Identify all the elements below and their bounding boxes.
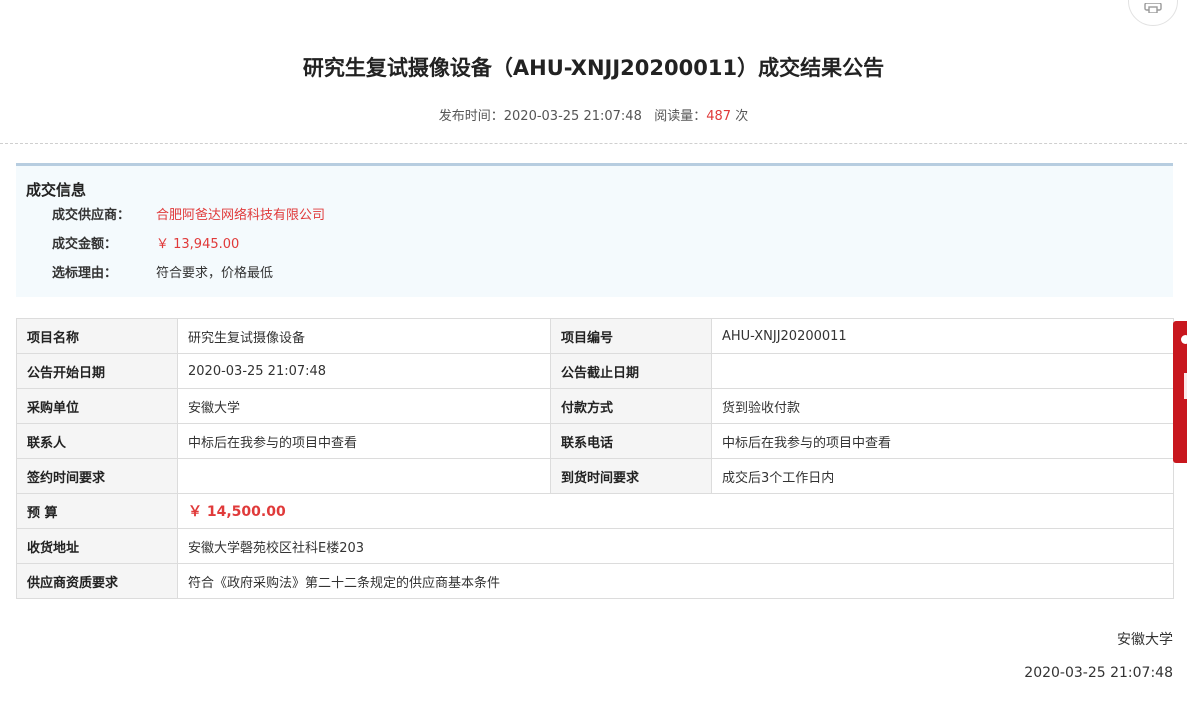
table-row: 采购单位 安徽大学 付款方式 货到验收付款 bbox=[16, 388, 1174, 424]
deal-supplier-value: 合肥阿爸达网络科技有限公司 bbox=[156, 208, 326, 223]
footer-date: 2020-03-25 21:07:48 bbox=[1024, 665, 1173, 681]
budget-label: 预 算 bbox=[16, 493, 178, 529]
deal-supplier-label: 成交供应商： bbox=[52, 208, 131, 223]
page-title: 研究生复试摄像设备（AHU-XNJJ20200011）成交结果公告 bbox=[302, 56, 885, 80]
table-row: 公告开始日期 2020-03-25 21:07:48 公告截止日期 bbox=[16, 353, 1174, 389]
header-divider bbox=[0, 143, 1187, 144]
table-row: 联系人 中标后在我参与的项目中查看 联系电话 中标后在我参与的项目中查看 bbox=[16, 423, 1174, 459]
project-info-table: 项目名称 研究生复试摄像设备 项目编号 AHU-XNJJ20200011 公告开… bbox=[16, 318, 1174, 599]
views-unit: 次 bbox=[735, 109, 749, 124]
deal-reason-value: 符合要求，价格最低 bbox=[156, 266, 274, 281]
address-label: 收货地址 bbox=[16, 528, 178, 564]
printer-icon bbox=[1144, 3, 1162, 13]
qualification-value: 符合《政府采购法》第二十二条规定的供应商基本条件 bbox=[177, 563, 1174, 599]
deal-amount-row: 成交金额： ￥ 13,945.00 bbox=[52, 236, 239, 254]
end-date-label: 公告截止日期 bbox=[550, 353, 712, 389]
sign-time-value bbox=[177, 458, 551, 494]
delivery-time-label: 到货时间要求 bbox=[550, 458, 712, 494]
publish-meta: 发布时间：2020-03-25 21:07:48 阅读量：487 次 bbox=[0, 107, 1187, 127]
deal-section-title: 成交信息 bbox=[26, 181, 87, 199]
deal-amount-value: ￥ 13,945.00 bbox=[156, 237, 240, 252]
table-row: 预 算 ￥ 14,500.00 bbox=[16, 493, 1174, 529]
budget-value: ￥ 14,500.00 bbox=[177, 493, 1174, 529]
table-row: 签约时间要求 到货时间要求 成交后3个工作日内 bbox=[16, 458, 1174, 494]
project-no-value: AHU-XNJJ20200011 bbox=[711, 318, 1174, 354]
table-row: 项目名称 研究生复试摄像设备 项目编号 AHU-XNJJ20200011 bbox=[16, 318, 1174, 354]
table-row: 收货地址 安徽大学磬苑校区社科E楼203 bbox=[16, 528, 1174, 564]
project-name-value: 研究生复试摄像设备 bbox=[177, 318, 551, 354]
deal-reason-label: 选标理由： bbox=[52, 266, 118, 281]
publish-label: 发布时间： bbox=[438, 109, 504, 124]
buyer-label: 采购单位 bbox=[16, 388, 178, 424]
print-button[interactable] bbox=[1128, 0, 1178, 26]
sign-time-label: 签约时间要求 bbox=[16, 458, 178, 494]
phone-label: 联系电话 bbox=[550, 423, 712, 459]
footer-organization: 安徽大学 bbox=[1117, 632, 1173, 648]
delivery-time-value: 成交后3个工作日内 bbox=[711, 458, 1174, 494]
qualification-label: 供应商资质要求 bbox=[16, 563, 178, 599]
phone-value: 中标后在我参与的项目中查看 bbox=[711, 423, 1174, 459]
publish-time: 2020-03-25 21:07:48 bbox=[503, 109, 642, 124]
project-no-label: 项目编号 bbox=[550, 318, 712, 354]
payment-value: 货到验收付款 bbox=[711, 388, 1174, 424]
project-name-label: 项目名称 bbox=[16, 318, 178, 354]
table-row: 供应商资质要求 符合《政府采购法》第二十二条规定的供应商基本条件 bbox=[16, 563, 1174, 599]
views-count: 487 bbox=[706, 109, 732, 124]
buyer-value: 安徽大学 bbox=[177, 388, 551, 424]
deal-reason-row: 选标理由： 符合要求，价格最低 bbox=[52, 265, 273, 283]
contact-label: 联系人 bbox=[16, 423, 178, 459]
side-tab-dot-icon bbox=[1181, 335, 1187, 344]
end-date-value bbox=[711, 353, 1174, 389]
address-value: 安徽大学磬苑校区社科E楼203 bbox=[177, 528, 1174, 564]
deal-supplier-row: 成交供应商： 合肥阿爸达网络科技有限公司 bbox=[52, 207, 325, 225]
views-label: 阅读量： bbox=[654, 109, 707, 124]
side-float-tab[interactable] bbox=[1173, 321, 1187, 463]
start-date-value: 2020-03-25 21:07:48 bbox=[177, 353, 551, 389]
payment-label: 付款方式 bbox=[550, 388, 712, 424]
deal-amount-label: 成交金额： bbox=[52, 237, 118, 252]
contact-value: 中标后在我参与的项目中查看 bbox=[177, 423, 551, 459]
deal-info-panel: 成交信息 成交供应商： 合肥阿爸达网络科技有限公司 成交金额： ￥ 13,945.0… bbox=[16, 163, 1173, 297]
start-date-label: 公告开始日期 bbox=[16, 353, 178, 389]
